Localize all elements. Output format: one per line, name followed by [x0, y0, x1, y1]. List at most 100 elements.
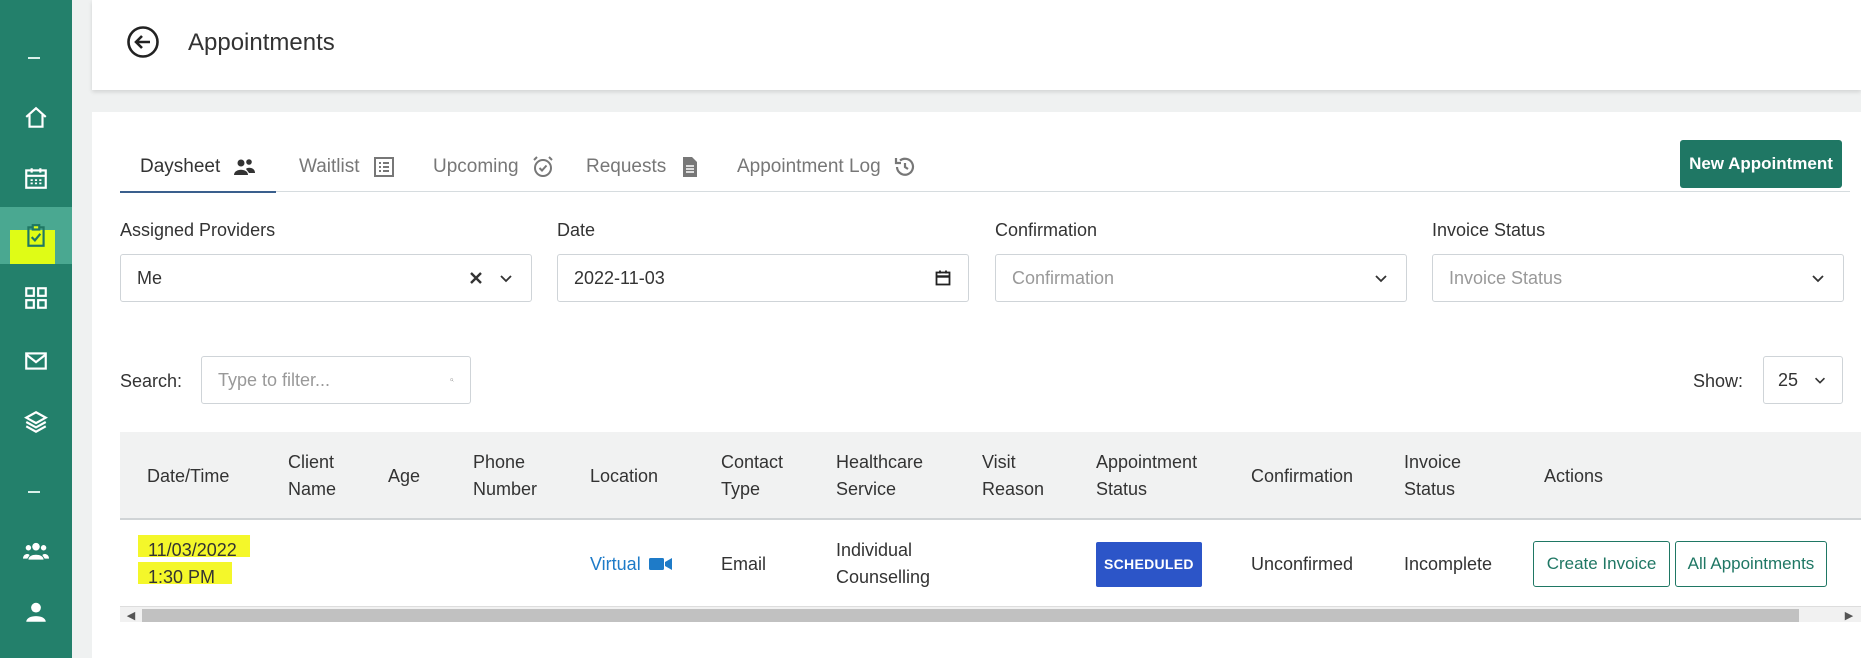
tab-bar: Daysheet Waitlist Upcoming Requests Appo…	[120, 142, 1850, 193]
tab-label: Appointment Log	[737, 156, 881, 177]
appointments-table: Date/Time Client Name Age Phone Number L…	[120, 432, 1861, 622]
chevron-down-icon	[1814, 377, 1826, 384]
status-badge: SCHEDULED	[1096, 541, 1202, 587]
page-size-select[interactable]: 25	[1763, 356, 1843, 404]
cell-contact-type: Email	[721, 553, 767, 574]
search-input[interactable]	[218, 369, 450, 391]
home-icon	[25, 106, 47, 128]
layers-icon	[24, 411, 48, 433]
page-header: Appointments	[92, 0, 1861, 90]
cell-datetime: 11/03/2022 1:30 PM	[148, 522, 268, 606]
horizontal-scrollbar[interactable]: ◀ ▶	[120, 606, 1861, 622]
tab-label: Upcoming	[433, 156, 519, 177]
confirmation-select[interactable]: Confirmation	[995, 254, 1407, 302]
search-icon	[450, 378, 454, 382]
sidebar-item-home[interactable]	[0, 90, 72, 146]
sidebar-item-profile[interactable]	[0, 584, 72, 640]
column-header[interactable]: Location	[590, 432, 680, 520]
invoice-status-select[interactable]: Invoice Status	[1432, 254, 1844, 302]
clipboard-check-icon	[27, 223, 45, 247]
cell-healthcare-service: Individual Counselling	[836, 540, 931, 587]
tab-label: Waitlist	[299, 156, 360, 177]
column-header[interactable]: Invoice Status	[1404, 432, 1484, 520]
sidebar-item-appointments-icon-wrap	[0, 207, 72, 264]
invoice-status-placeholder: Invoice Status	[1449, 267, 1563, 288]
cell-actions: Create Invoice All Appointments	[1533, 522, 1861, 606]
page-title: Appointments	[188, 29, 335, 56]
chevron-down-icon	[1812, 275, 1824, 283]
people-icon	[234, 158, 256, 175]
table-header: Date/Time Client Name Age Phone Number L…	[120, 432, 1861, 520]
sidebar-item-layers[interactable]	[0, 394, 72, 450]
chevron-down-icon	[1375, 275, 1387, 283]
tab-label: Daysheet	[140, 155, 221, 177]
calendar-icon	[25, 168, 47, 189]
scroll-right-arrow[interactable]: ▶	[1842, 609, 1856, 622]
tab-waitlist[interactable]: Waitlist	[299, 142, 396, 192]
column-header[interactable]: Client Name	[288, 432, 358, 520]
cell-invoice-status: Incomplete	[1404, 553, 1493, 574]
appointment-date: 11/03/2022	[148, 540, 237, 560]
group-icon	[23, 542, 49, 560]
scroll-left-arrow[interactable]: ◀	[124, 609, 138, 622]
sidebar	[0, 0, 72, 658]
sidebar-collapse-dash	[28, 57, 40, 59]
sidebar-section-dash	[28, 491, 40, 493]
video-camera-icon	[648, 558, 672, 570]
history-icon	[894, 157, 914, 176]
search-field[interactable]	[201, 356, 471, 404]
confirmation-placeholder: Confirmation	[1012, 267, 1115, 288]
grid-icon	[25, 287, 47, 309]
scrollbar-thumb[interactable]	[142, 609, 1799, 622]
column-header[interactable]: Healthcare Service	[836, 432, 936, 520]
list-icon	[373, 157, 394, 177]
cell-appointment-status: SCHEDULED	[1096, 522, 1216, 606]
sidebar-item-calendar[interactable]	[0, 150, 72, 206]
all-appointments-button[interactable]: All Appointments	[1675, 541, 1827, 587]
tab-daysheet[interactable]: Daysheet	[120, 142, 277, 193]
cell-location[interactable]: Virtual	[590, 522, 700, 606]
tab-label: Requests	[586, 156, 667, 177]
column-header[interactable]: Phone Number	[473, 432, 553, 520]
location-link[interactable]: Virtual	[590, 551, 673, 578]
create-invoice-button[interactable]: Create Invoice	[1533, 541, 1670, 587]
chevron-down-icon	[500, 275, 512, 283]
column-header[interactable]: Date/Time	[147, 432, 267, 520]
page-size-value: 25	[1778, 369, 1799, 390]
alarm-clock-icon	[532, 156, 553, 177]
column-header[interactable]: Confirmation	[1251, 432, 1391, 520]
tab-appointment-log[interactable]: Appointment Log	[737, 142, 917, 192]
date-label: Date	[557, 220, 596, 240]
sidebar-item-dashboard[interactable]	[0, 270, 72, 326]
clear-icon[interactable]	[467, 269, 485, 287]
show-label: Show:	[1693, 371, 1744, 391]
calendar-picker-icon[interactable]	[934, 269, 952, 287]
column-header[interactable]: Appointment Status	[1096, 432, 1206, 520]
sidebar-item-messages[interactable]	[0, 333, 72, 389]
sidebar-item-clients[interactable]	[0, 523, 72, 579]
column-header[interactable]: Age	[388, 432, 448, 520]
back-arrow-icon[interactable]	[126, 25, 160, 59]
column-header[interactable]: Contact Type	[721, 432, 801, 520]
date-value: 2022-11-03	[574, 267, 665, 288]
table-row: 11/03/2022 1:30 PM Virtual Email Individ…	[120, 522, 1861, 606]
assigned-providers-select[interactable]: Me	[120, 254, 532, 302]
date-input[interactable]: 2022-11-03	[557, 254, 969, 302]
confirmation-label: Confirmation	[995, 220, 1098, 240]
assigned-providers-value: Me	[137, 267, 163, 288]
assigned-providers-label: Assigned Providers	[120, 220, 276, 240]
cell-confirmation: Unconfirmed	[1251, 553, 1354, 574]
document-icon	[683, 157, 698, 177]
location-text: Virtual	[590, 553, 641, 574]
user-icon	[26, 602, 46, 622]
tab-upcoming[interactable]: Upcoming	[433, 142, 555, 192]
mail-icon	[25, 352, 47, 370]
appointment-time: 1:30 PM	[148, 567, 216, 587]
main-panel: Daysheet Waitlist Upcoming Requests Appo…	[92, 112, 1861, 658]
tab-requests[interactable]: Requests	[586, 142, 702, 192]
column-header: Actions	[1544, 465, 1604, 486]
search-label: Search:	[120, 371, 183, 391]
new-appointment-button[interactable]: New Appointment	[1680, 140, 1842, 188]
invoice-status-label: Invoice Status	[1432, 220, 1546, 240]
column-header[interactable]: Visit Reason	[982, 432, 1052, 520]
